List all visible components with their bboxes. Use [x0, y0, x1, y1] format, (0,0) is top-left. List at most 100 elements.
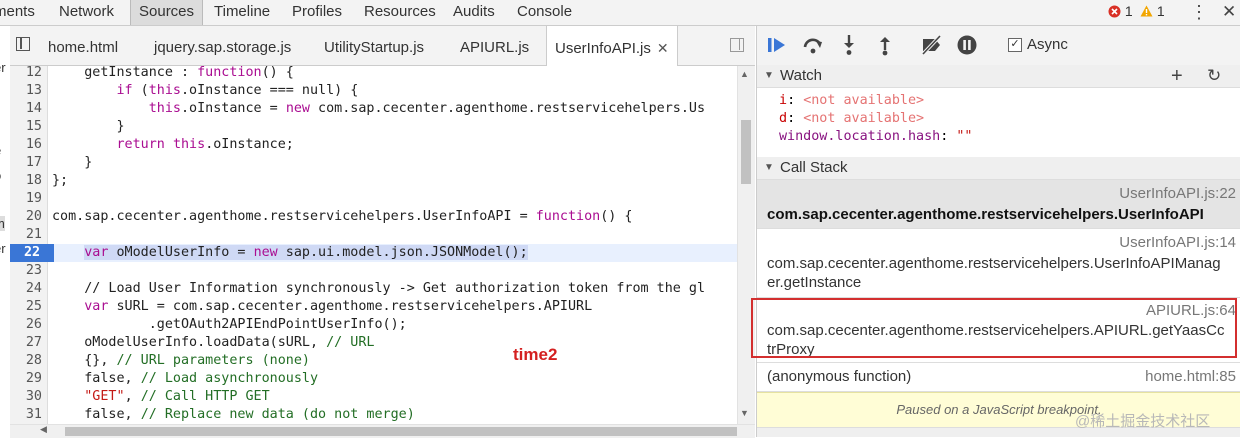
async-checkbox[interactable]: ✓: [1008, 38, 1022, 52]
code-line: 16 return this.oInstance;: [10, 136, 737, 154]
file-tab-utility-startup[interactable]: UtilityStartup.js: [324, 26, 424, 65]
code-line: 29 false, // Load asynchronously: [10, 370, 737, 388]
pause-on-exceptions-icon[interactable]: [955, 33, 979, 57]
resume-icon[interactable]: [765, 33, 789, 57]
navigator-fragment[interactable]: m: [0, 216, 5, 231]
watch-item[interactable]: d: <not available>: [779, 111, 924, 126]
navigator-fragment[interactable]: o: [0, 168, 1, 183]
code-editor[interactable]: 12 getInstance : function() { 13 if (thi…: [10, 66, 737, 424]
tab-elements[interactable]: ments: [0, 0, 35, 25]
line-number[interactable]: 19: [10, 190, 42, 208]
frame-function-name: com.sap.cecenter.agenthome.restservicehe…: [767, 255, 1221, 291]
error-count: 1: [1124, 3, 1133, 19]
call-frame[interactable]: (anonymous function) home.html:85: [757, 363, 1240, 392]
code-line: 28 {}, // URL parameters (none): [10, 352, 737, 370]
file-tab-home-html[interactable]: home.html: [48, 26, 118, 65]
callstack-section-header[interactable]: ▼ Call Stack: [757, 157, 1240, 180]
line-number[interactable]: 27: [10, 334, 42, 352]
code-line: 15 }: [10, 118, 737, 136]
file-tab-jquery-storage[interactable]: jquery.sap.storage.js: [154, 26, 291, 65]
tab-timeline[interactable]: Timeline: [214, 0, 270, 25]
error-count-badge[interactable]: 1: [1108, 3, 1133, 19]
current-execution-line: 22 var oModelUserInfo = new sap.ui.model…: [10, 244, 737, 262]
breakpoint-marker[interactable]: 22: [10, 244, 54, 262]
editor-vertical-scroll-thumb[interactable]: [741, 120, 751, 184]
navigator-fragment[interactable]: e: [0, 143, 1, 158]
line-number[interactable]: 17: [10, 154, 42, 172]
step-into-icon[interactable]: [837, 33, 861, 57]
toggle-navigator-icon[interactable]: [16, 37, 30, 51]
call-frame-selected[interactable]: UserInfoAPI.js:22 com.sap.cecenter.agent…: [757, 180, 1240, 229]
code-line: 18};: [10, 172, 737, 190]
call-frame[interactable]: UserInfoAPI.js:14 com.sap.cecenter.agent…: [757, 229, 1240, 298]
line-number[interactable]: 13: [10, 82, 42, 100]
line-number[interactable]: 24: [10, 280, 42, 298]
line-number[interactable]: 18: [10, 172, 42, 190]
step-out-icon[interactable]: [873, 33, 897, 57]
navigator-fragment[interactable]: er: [0, 60, 6, 75]
scroll-up-arrow-icon[interactable]: ▲: [740, 69, 749, 79]
code-line: 31 false, // Replace new data (do not me…: [10, 406, 737, 424]
close-tab-icon[interactable]: ✕: [657, 40, 669, 56]
file-tab-userinfoapi[interactable]: UserInfoAPI.js ✕: [546, 26, 678, 66]
navigator-fragment[interactable]: er: [0, 241, 6, 256]
line-number[interactable]: 31: [10, 406, 42, 424]
frame-location[interactable]: UserInfoAPI.js:14: [1119, 234, 1236, 251]
line-number[interactable]: 14: [10, 100, 42, 118]
scroll-down-arrow-icon[interactable]: ▼: [740, 408, 749, 418]
line-number[interactable]: 30: [10, 388, 42, 406]
frame-function-name: com.sap.cecenter.agenthome.restservicehe…: [767, 206, 1204, 223]
line-number[interactable]: 16: [10, 136, 42, 154]
line-number[interactable]: 23: [10, 262, 42, 280]
tab-resources[interactable]: Resources: [364, 0, 436, 25]
line-number[interactable]: 21: [10, 226, 42, 244]
warning-count-badge[interactable]: 1: [1140, 3, 1165, 19]
tab-audits[interactable]: Audits: [453, 0, 495, 25]
line-number[interactable]: 28: [10, 352, 42, 370]
file-tab-apiurl[interactable]: APIURL.js: [460, 26, 529, 65]
editor-file-tabs: home.html jquery.sap.storage.js UtilityS…: [10, 26, 755, 66]
code-line: 23: [10, 262, 737, 280]
devtools-panel-tabbar: ments Network Sources Timeline Profiles …: [0, 0, 1240, 26]
line-number[interactable]: 15: [10, 118, 42, 136]
code-line: 13 if (this.oInstance === null) {: [10, 82, 737, 100]
tab-network[interactable]: Network: [59, 0, 114, 25]
frame-function-name: (anonymous function): [767, 368, 912, 385]
highlight-box: [751, 298, 1237, 358]
scroll-left-arrow-icon[interactable]: ◀: [40, 424, 47, 435]
editor-horizontal-scroll-thumb[interactable]: [65, 427, 737, 436]
code-line: 27 oModelUserInfo.loadData(sURL, // URL: [10, 334, 737, 352]
toggle-debugger-sidebar-icon[interactable]: [730, 38, 744, 52]
tab-sources[interactable]: Sources: [130, 0, 204, 25]
add-watch-icon[interactable]: +: [1171, 65, 1183, 87]
frame-location[interactable]: home.html:85: [1145, 368, 1236, 385]
line-number[interactable]: 12: [10, 66, 42, 82]
callstack-title: Call Stack: [780, 159, 848, 176]
line-number[interactable]: 25: [10, 298, 42, 316]
time2-annotation: time2: [513, 345, 558, 364]
code-line: 30 "GET", // Call HTTP GET: [10, 388, 737, 406]
step-over-icon[interactable]: [801, 33, 825, 57]
close-devtools-icon[interactable]: ✕: [1222, 0, 1236, 24]
tab-profiles[interactable]: Profiles: [292, 0, 342, 25]
code-line: 19: [10, 190, 737, 208]
navigator-fragment[interactable]: ti: [0, 96, 1, 111]
watch-section-header[interactable]: ▼ Watch + ↻: [757, 65, 1240, 88]
debugger-sidebar: ✓ Async ▼ Watch + ↻ i: <not available> d…: [756, 26, 1240, 437]
line-number[interactable]: 29: [10, 370, 42, 388]
frame-location[interactable]: UserInfoAPI.js:22: [1119, 185, 1236, 202]
tab-console[interactable]: Console: [517, 0, 572, 25]
file-tab-label: UserInfoAPI.js: [555, 40, 651, 57]
more-options-icon[interactable]: ⋮: [1190, 0, 1208, 24]
watch-item[interactable]: i: <not available>: [779, 93, 924, 108]
refresh-watch-icon[interactable]: ↻: [1207, 65, 1221, 87]
deactivate-breakpoints-icon[interactable]: [919, 33, 943, 57]
code-line: 21: [10, 226, 737, 244]
watch-title: Watch: [780, 67, 822, 84]
error-icon: [1108, 5, 1121, 18]
watch-item[interactable]: window.location.hash: "": [779, 129, 973, 144]
line-number[interactable]: 20: [10, 208, 42, 226]
line-number[interactable]: 26: [10, 316, 42, 334]
code-line: 26 .getOAuth2APIEndPointUserInfo();: [10, 316, 737, 334]
watermark: @稀土掘金技术社区: [1075, 413, 1211, 430]
